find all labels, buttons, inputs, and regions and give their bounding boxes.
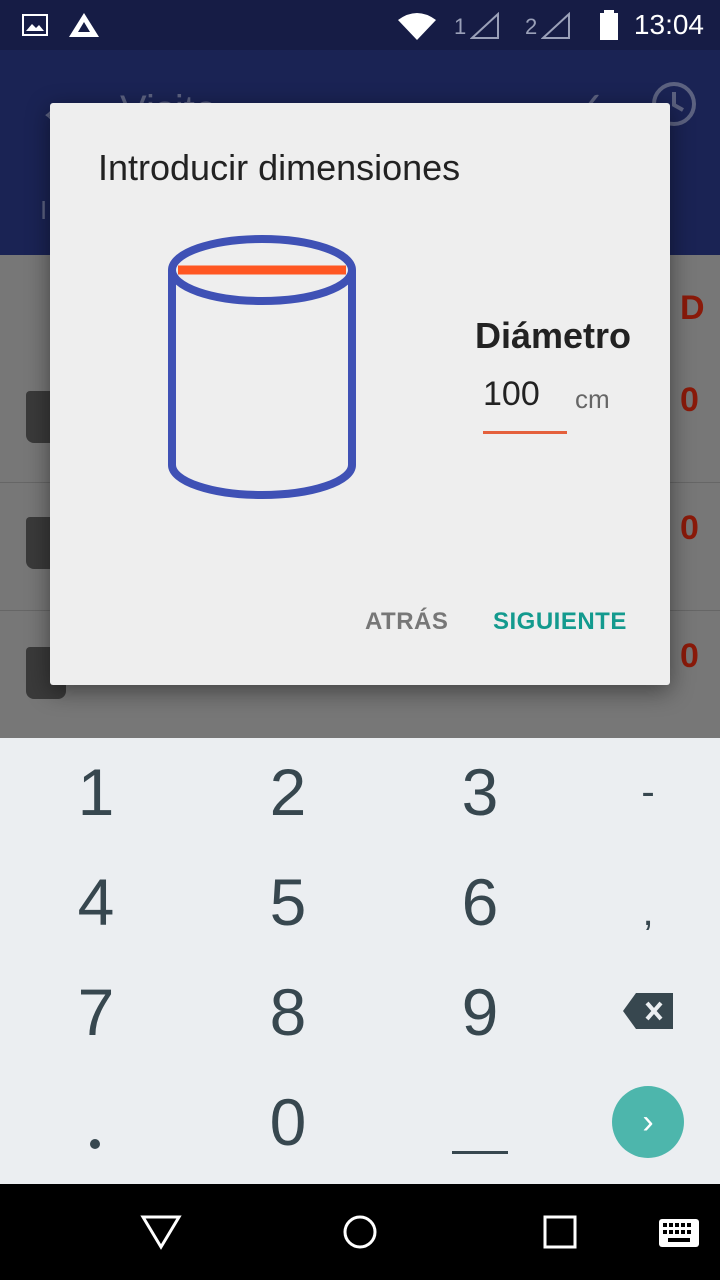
backspace-icon[interactable] [622,992,674,1030]
app-subtitle: I [40,195,48,225]
signal-icon [470,12,499,39]
sim1-label: 1 [454,14,467,39]
key-7[interactable]: 7 [36,962,156,1062]
wifi-icon [398,13,436,40]
dialog-title: Introducir dimensiones [98,147,461,188]
app-logo-icon [69,13,99,37]
column-header: D [680,289,705,327]
key-8[interactable]: 8 [228,962,348,1062]
list-item-value: 0 [680,509,699,547]
key-6[interactable]: 6 [420,852,540,952]
dimensions-dialog: Introducir dimensiones Diámetro cm ATRÁS… [50,103,670,685]
key-5[interactable]: 5 [228,852,348,952]
signal-icon [541,12,570,39]
key-3[interactable]: 3 [420,742,540,842]
diameter-label: Diámetro [475,315,632,356]
chevron-right-icon: › [642,1103,654,1141]
keyboard-icon[interactable] [658,1218,700,1248]
go-next-button[interactable]: › [612,1086,684,1158]
next-button[interactable]: SIGUIENTE [493,608,627,636]
home-circle-icon[interactable] [342,1214,378,1250]
back-button[interactable]: ATRÁS [365,608,448,636]
recents-square-icon[interactable] [543,1215,577,1249]
clock-time: 13:04 [633,9,704,40]
battery-icon [600,10,618,40]
key-4[interactable]: 4 [36,852,156,952]
key-space[interactable] [452,1151,508,1154]
list-item-value: 0 [680,381,699,419]
sim2-label: 2 [525,14,538,39]
input-underline [483,431,567,434]
unit-label: cm [575,384,610,414]
back-triangle-icon[interactable] [140,1214,182,1250]
key-minus[interactable]: - [588,742,708,842]
numeric-keyboard: 1 2 3 - 4 5 6 , 7 8 9 0 › [0,738,720,1184]
key-decimal-point[interactable] [90,1139,100,1149]
navigation-bar [0,1184,720,1280]
cylinder-diameter-icon [168,235,356,499]
key-9[interactable]: 9 [420,962,540,1062]
diameter-input[interactable] [483,375,563,414]
status-bar: 1 2 13:04 [0,0,720,50]
key-comma[interactable]: , [588,862,708,962]
list-item-value: 0 [680,637,699,675]
key-1[interactable]: 1 [36,742,156,842]
gallery-icon [22,14,48,36]
key-0[interactable]: 0 [228,1072,348,1172]
key-2[interactable]: 2 [228,742,348,842]
